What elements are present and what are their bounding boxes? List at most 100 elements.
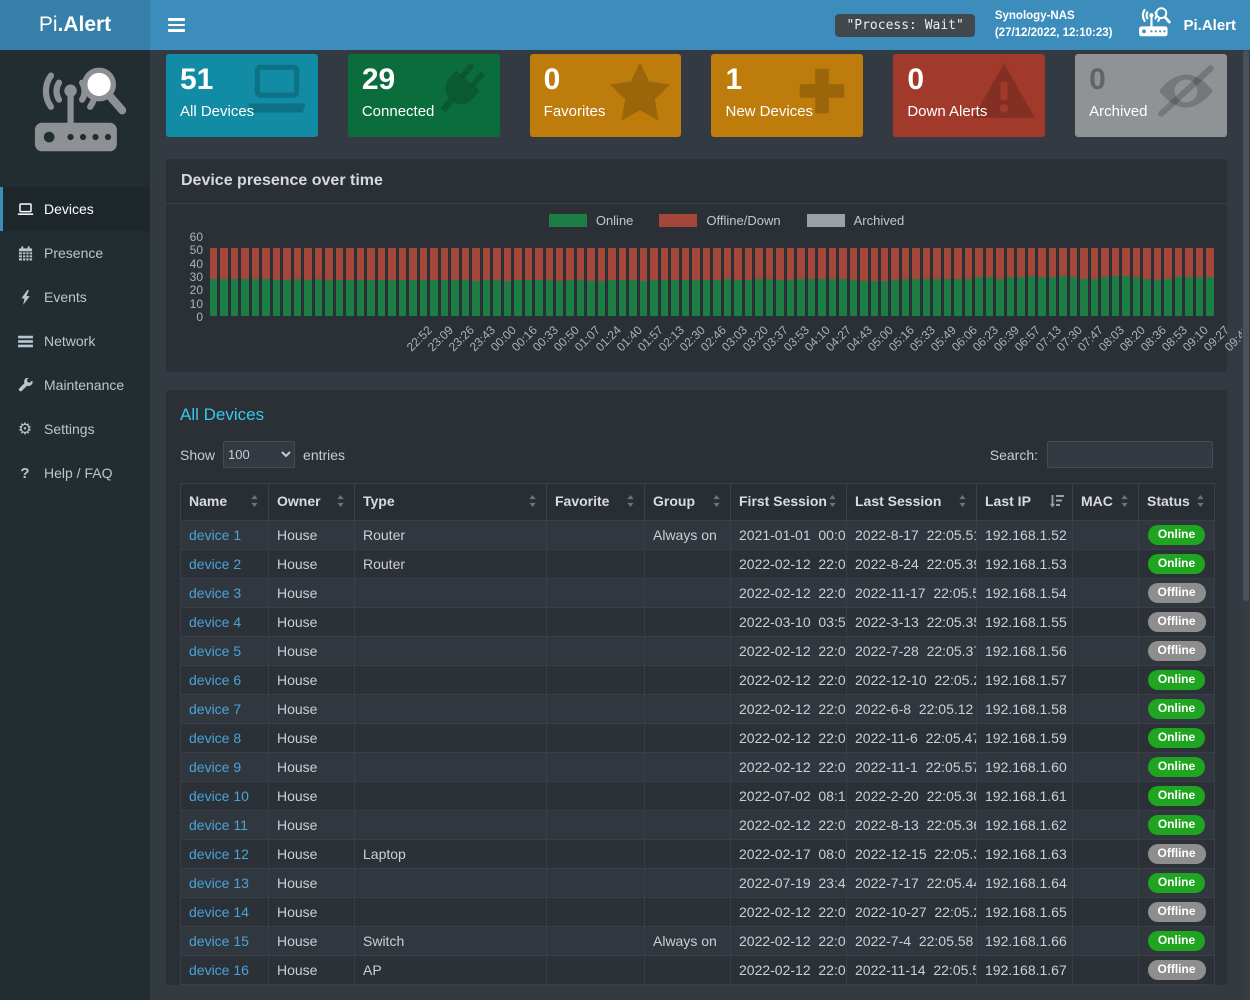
device-name-link[interactable]: device 4 — [189, 614, 241, 630]
device-name-link[interactable]: device 16 — [189, 962, 249, 978]
sort-amount-asc-icon — [1050, 494, 1064, 511]
presence-bar — [944, 248, 951, 316]
presence-bar — [346, 248, 353, 316]
device-name-link[interactable]: device 3 — [189, 585, 241, 601]
presence-bar — [996, 248, 1003, 316]
presence-bar — [430, 248, 437, 316]
presence-bar — [871, 248, 878, 316]
column-header-group[interactable]: Group — [645, 484, 731, 521]
sidebar-item-network[interactable]: Network — [0, 319, 150, 363]
sidebar-item-maintenance[interactable]: Maintenance — [0, 363, 150, 407]
last-ip-cell: 192.168.1.67 — [977, 956, 1073, 985]
legend-item-archived[interactable]: Archived — [807, 213, 905, 228]
mac-cell — [1073, 898, 1139, 927]
presence-bar — [399, 248, 406, 316]
presence-bar — [262, 248, 269, 316]
search-input[interactable] — [1047, 441, 1213, 468]
presence-bar — [1080, 248, 1087, 316]
column-header-mac[interactable]: MAC — [1073, 484, 1139, 521]
type-cell — [355, 753, 547, 782]
sidebar-menu: Devices Presence Events Network Maintenance ⚙… — [0, 187, 150, 495]
column-header-favorite[interactable]: Favorite — [547, 484, 645, 521]
favorite-cell — [547, 956, 645, 985]
status-badge: Offline — [1148, 844, 1206, 863]
column-header-owner[interactable]: Owner — [269, 484, 355, 521]
device-name-link[interactable]: device 13 — [189, 875, 249, 891]
type-cell — [355, 782, 547, 811]
last-session-cell: 2022-11-6 22:05.47 — [847, 724, 977, 753]
device-name-link[interactable]: device 11 — [189, 817, 248, 833]
last-ip-cell: 192.168.1.64 — [977, 869, 1073, 898]
status-badge: Online — [1148, 931, 1205, 950]
device-name-link[interactable]: device 8 — [189, 730, 241, 746]
column-header-last-session[interactable]: Last Session — [847, 484, 977, 521]
sidebar-item-label: Help / FAQ — [44, 465, 112, 481]
owner-cell: House — [269, 608, 355, 637]
device-name-link[interactable]: device 6 — [189, 672, 241, 688]
device-name-link[interactable]: device 9 — [189, 759, 241, 775]
summary-card-favorites[interactable]: 0Favorites — [530, 54, 682, 137]
presence-bar — [1175, 248, 1182, 316]
column-header-first-session[interactable]: First Session — [731, 484, 847, 521]
calendar-icon — [14, 245, 36, 261]
device-name-link[interactable]: device 1 — [189, 527, 241, 543]
presence-bar — [1007, 248, 1014, 316]
sidebar-item-help-faq[interactable]: ?Help / FAQ — [0, 451, 150, 495]
presence-bar — [367, 248, 374, 316]
sidebar-item-presence[interactable]: Presence — [0, 231, 150, 275]
device-name-link[interactable]: device 5 — [189, 643, 241, 659]
device-name-link[interactable]: device 7 — [189, 701, 241, 717]
column-header-status[interactable]: Status — [1139, 484, 1215, 521]
sidebar-item-label: Maintenance — [44, 377, 124, 393]
sidebar-item-settings[interactable]: ⚙Settings — [0, 407, 150, 451]
summary-card-down-alerts[interactable]: 0Down Alerts — [893, 54, 1045, 137]
column-header-name[interactable]: Name — [181, 484, 269, 521]
summary-card-new-devices[interactable]: 1New Devices — [711, 54, 863, 137]
device-name-link[interactable]: device 15 — [189, 933, 249, 949]
column-label: MAC — [1081, 493, 1113, 509]
page-scrollbar[interactable] — [1242, 50, 1250, 1000]
favorite-cell — [547, 695, 645, 724]
card-label: Archived — [1089, 103, 1213, 120]
group-cell — [645, 753, 731, 782]
sort-both-icon — [711, 494, 722, 511]
last-ip-cell: 192.168.1.56 — [977, 637, 1073, 666]
first-session-cell: 2022-02-12 22:05 — [731, 956, 847, 985]
presence-bar — [776, 248, 783, 316]
summary-card-all-devices[interactable]: 51All Devices — [166, 54, 318, 137]
sidebar-item-devices[interactable]: Devices — [0, 187, 150, 231]
last-ip-cell: 192.168.1.61 — [977, 782, 1073, 811]
owner-cell: House — [269, 956, 355, 985]
first-session-cell: 2022-02-12 22:05 — [731, 579, 847, 608]
sidebar-item-label: Network — [44, 333, 95, 349]
mac-cell — [1073, 869, 1139, 898]
column-header-last-ip[interactable]: Last IP — [977, 484, 1073, 521]
host-name: Synology-NAS — [995, 8, 1113, 25]
last-session-cell: 2022-3-13 22:05.35 — [847, 608, 977, 637]
first-session-cell: 2022-07-02 08:15 — [731, 782, 847, 811]
brand-light: Pi — [39, 13, 58, 37]
sort-both-icon — [249, 494, 260, 511]
legend-item-offline-down[interactable]: Offline/Down — [659, 213, 780, 228]
page-size-select[interactable]: 100 — [223, 441, 295, 468]
owner-cell: House — [269, 695, 355, 724]
sidebar-item-label: Devices — [44, 201, 94, 217]
mac-cell — [1073, 579, 1139, 608]
column-header-type[interactable]: Type — [355, 484, 547, 521]
summary-card-connected[interactable]: 29Connected — [348, 54, 500, 137]
sidebar-item-label: Presence — [44, 245, 103, 261]
device-name-link[interactable]: device 10 — [189, 788, 249, 804]
header-right-brand[interactable]: Pi.Alert — [1132, 6, 1236, 44]
owner-cell: House — [269, 550, 355, 579]
device-name-link[interactable]: device 2 — [189, 556, 241, 572]
hamburger-menu-icon[interactable] — [150, 18, 203, 32]
summary-card-archived[interactable]: 0Archived — [1075, 54, 1227, 137]
legend-item-online[interactable]: Online — [549, 213, 634, 228]
first-session-cell: 2022-02-12 22:05 — [731, 637, 847, 666]
device-name-link[interactable]: device 14 — [189, 904, 249, 920]
owner-cell: House — [269, 840, 355, 869]
sidebar-item-events[interactable]: Events — [0, 275, 150, 319]
device-name-link[interactable]: device 12 — [189, 846, 249, 862]
presence-bar — [1143, 248, 1150, 316]
app-logo[interactable]: Pi.Alert — [0, 0, 150, 50]
